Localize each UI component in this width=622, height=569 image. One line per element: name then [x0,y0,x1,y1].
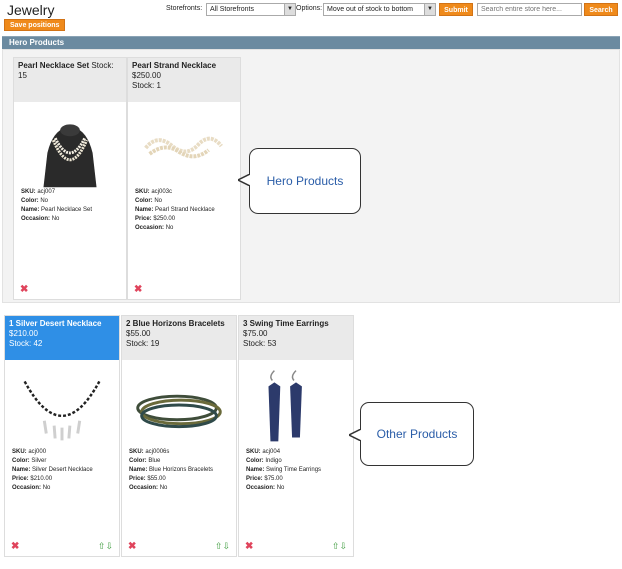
other-products-panel: 1 Silver Desert Necklace $210.00 Stock: … [2,312,620,566]
hero-products-panel: Pearl Necklace Set Stock: 15 SKU: acj007… [2,49,620,303]
sku-value: acj007 [37,189,56,195]
hero-products-section-header: Hero Products [2,36,620,49]
callout-text: Other Products [376,427,458,441]
card-stock: Stock: 53 [243,339,277,348]
reorder-arrows-icon[interactable]: ⇧⇩ [98,541,113,552]
hero-products-callout: Hero Products [238,148,361,214]
bracelets-image [136,394,222,429]
card-product-name: Pearl Necklace Set [18,61,90,70]
options-label: Options: [296,5,323,12]
card-header: 3 Swing Time Earrings $75.00 Stock: 53 [239,316,353,360]
delete-icon[interactable]: ✖ [245,541,253,552]
search-input[interactable] [477,3,582,16]
save-positions-button[interactable]: Save positions [4,19,66,31]
card-price: $75.00 [243,329,268,338]
color-value: Indigo [265,458,282,464]
product-card[interactable]: 2 Blue Horizons Bracelets $55.00 Stock: … [121,315,237,557]
pearl-necklace-bust-image [43,124,97,188]
pearl-strand-image [144,136,223,159]
card-header: Pearl Necklace Set Stock: 15 [14,58,126,102]
other-products-callout: Other Products [349,402,474,466]
sku-value: acj004 [262,449,281,455]
callout-pointer-icon [238,174,250,186]
name-value: Swing Time Earrings [266,467,322,473]
occasion-value: No [276,485,285,491]
card-stock: Stock: 19 [126,339,160,348]
sku-value: acj000 [28,449,47,455]
product-card[interactable]: 3 Swing Time Earrings $75.00 Stock: 53 S… [238,315,354,557]
hero-product-card[interactable]: Pearl Necklace Set Stock: 15 SKU: acj007… [13,57,127,300]
color-value: Blue [148,458,161,464]
price-value: $210.00 [30,476,53,482]
chevron-down-icon: ▼ [284,4,295,15]
color-value: No [154,198,163,204]
card-price: $250.00 [132,71,161,80]
card-details: SKU: acj007 Color: No Name: Pearl Neckla… [21,189,93,222]
price-value: $55.00 [147,476,166,482]
card-product-name: 1 Silver Desert Necklace [9,319,102,328]
name-value: Pearl Necklace Set [41,207,93,213]
card-header: 1 Silver Desert Necklace $210.00 Stock: … [5,316,119,360]
delete-icon[interactable]: ✖ [128,541,136,552]
name-value: Silver Desert Necklace [32,467,93,473]
delete-icon[interactable]: ✖ [134,284,142,295]
name-value: Blue Horizons Bracelets [149,467,214,473]
options-select[interactable]: Move out of stock to bottom ▼ [323,3,436,16]
card-price: $210.00 [9,329,38,338]
submit-button[interactable]: Submit [439,3,473,16]
occasion-value: No [42,485,51,491]
reorder-arrows-icon[interactable]: ⇧⇩ [215,541,230,552]
card-details: SKU: acj004 Color: Indigo Name: Swing Ti… [246,449,322,491]
card-details: SKU: acj0006s Color: Blue Name: Blue Hor… [129,449,214,491]
card-product-name: 3 Swing Time Earrings [243,319,329,328]
storefronts-value: All Storefronts [210,6,254,13]
card-product-name: Pearl Strand Necklace [132,61,217,70]
price-value: $250.00 [153,216,176,222]
name-value: Pearl Strand Necklace [155,207,215,213]
silver-necklace-image [23,380,101,441]
color-value: Silver [31,458,47,464]
product-card[interactable]: 1 Silver Desert Necklace $210.00 Stock: … [4,315,120,557]
card-header: 2 Blue Horizons Bracelets $55.00 Stock: … [122,316,236,360]
hero-product-card[interactable]: Pearl Strand Necklace $250.00 Stock: 1 S… [127,57,241,300]
chevron-down-icon: ▼ [424,4,435,15]
card-stock-label: Stock: [91,61,114,70]
card-product-name: 2 Blue Horizons Bracelets [126,319,225,328]
card-details: SKU: acj000 Color: Silver Name: Silver D… [12,449,93,491]
top-toolbar: Jewelry Save positions Storefronts: All … [0,0,622,34]
card-price: $55.00 [126,329,151,338]
options-value: Move out of stock to bottom [327,6,413,13]
occasion-value: No [165,225,174,231]
price-value: $75.00 [264,476,283,482]
delete-icon[interactable]: ✖ [20,284,28,295]
card-details: SKU: acj003c Color: No Name: Pearl Stran… [135,189,215,231]
sku-value: acj003c [151,189,173,195]
occasion-value: No [51,216,60,222]
card-stock: Stock: 1 [132,81,161,90]
occasion-value: No [159,485,168,491]
delete-icon[interactable]: ✖ [11,541,19,552]
card-stock: Stock: 42 [9,339,43,348]
card-header: Pearl Strand Necklace $250.00 Stock: 1 [128,58,240,102]
storefronts-select[interactable]: All Storefronts ▼ [206,3,296,16]
color-value: No [40,198,49,204]
callout-text: Hero Products [266,174,344,188]
search-button[interactable]: Search [584,3,618,16]
sku-value: acj0006s [145,449,170,455]
section-title: Hero Products [9,38,65,47]
storefronts-label: Storefronts: [166,5,203,12]
card-stock-value: 15 [18,71,27,80]
callout-pointer-icon [349,429,361,441]
page-title: Jewelry [7,2,55,18]
reorder-arrows-icon[interactable]: ⇧⇩ [332,541,347,552]
earrings-image [268,370,302,442]
